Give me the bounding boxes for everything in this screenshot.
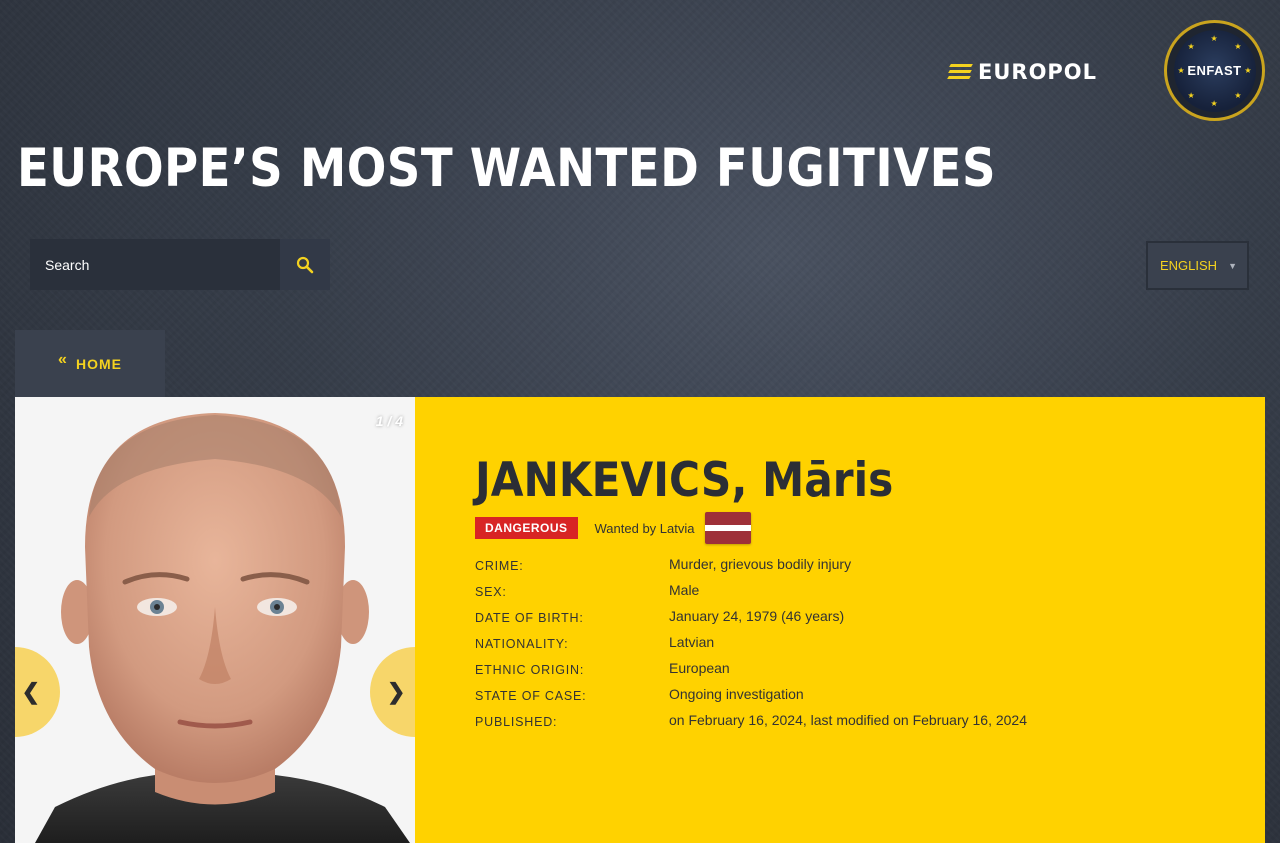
page-title: EUROPE’S MOST WANTED FUGITIVES	[17, 138, 996, 199]
details-list: CRIME: Murder, grievous bodily injury SE…	[475, 553, 1265, 735]
detail-row-published: PUBLISHED: on February 16, 2024, last mo…	[475, 709, 1265, 735]
detail-value: Male	[669, 582, 700, 598]
chevron-right-icon: ❯	[387, 679, 406, 704]
detail-label: ETHNIC ORIGIN:	[475, 663, 585, 677]
search-input[interactable]	[30, 239, 280, 290]
gallery-counter: 1 / 4	[375, 413, 403, 429]
europol-wordmark: EUROPOL	[978, 60, 1098, 84]
search-bar	[30, 239, 330, 290]
search-icon	[296, 256, 314, 273]
fugitive-card: 1 / 4 ❮ ❯ JANKEVICS, Māris DANGEROUS Wan…	[15, 397, 1265, 843]
latvia-flag-icon	[705, 512, 752, 544]
detail-row-ethnic-origin: ETHNIC ORIGIN: European	[475, 657, 1265, 683]
status-row: DANGEROUS Wanted by Latvia	[475, 512, 1265, 544]
fugitive-name: JANKEVICS, Māris	[475, 453, 894, 508]
detail-row-nationality: NATIONALITY: Latvian	[475, 631, 1265, 657]
wanted-by-label: Wanted by Latvia	[594, 520, 695, 536]
enfast-logo[interactable]: ★ ★ ★ ★ ★ ★ ★ ★ ENFAST	[1164, 20, 1265, 121]
detail-value: on February 16, 2024, last modified on F…	[669, 712, 1027, 728]
detail-label: STATE OF CASE:	[475, 689, 587, 703]
fugitive-photo: 1 / 4 ❮ ❯	[15, 397, 415, 843]
detail-label: DATE OF BIRTH:	[475, 611, 584, 625]
home-link[interactable]: « HOME	[15, 330, 165, 397]
europol-stripes-icon	[947, 63, 973, 81]
dangerous-badge: DANGEROUS	[475, 517, 578, 539]
detail-label: PUBLISHED:	[475, 715, 558, 729]
enfast-emblem-icon: ★ ★ ★ ★ ★ ★ ★ ★ ENFAST	[1173, 29, 1256, 112]
detail-value: Ongoing investigation	[669, 686, 804, 702]
detail-value: Murder, grievous bodily injury	[669, 556, 852, 572]
europol-logo[interactable]: EUROPOL	[947, 60, 1124, 84]
detail-row-sex: SEX: Male	[475, 579, 1265, 605]
chevron-left-icon: ❮	[21, 679, 40, 704]
detail-value: January 24, 1979 (46 years)	[669, 608, 845, 624]
detail-row-state-of-case: STATE OF CASE: Ongoing investigation	[475, 683, 1265, 709]
search-button[interactable]	[280, 239, 330, 290]
detail-row-crime: CRIME: Murder, grievous bodily injury	[475, 553, 1265, 579]
double-chevron-left-icon: «	[58, 350, 68, 368]
home-label: HOME	[75, 355, 122, 372]
detail-label: SEX:	[475, 585, 507, 599]
detail-label: CRIME:	[475, 559, 524, 573]
enfast-label: ENFAST	[1187, 63, 1242, 78]
detail-value: European	[669, 660, 730, 676]
detail-row-date-of-birth: DATE OF BIRTH: January 24, 1979 (46 year…	[475, 605, 1265, 631]
detail-label: NATIONALITY:	[475, 637, 569, 651]
fugitive-portrait-image	[15, 397, 415, 843]
fugitive-info-panel: JANKEVICS, Māris DANGEROUS Wanted by Lat…	[415, 397, 1265, 843]
detail-value: Latvian	[669, 634, 715, 650]
language-select[interactable]: ENGLISH ▼	[1146, 241, 1249, 290]
chevron-down-icon: ▼	[1228, 261, 1237, 271]
language-selected: ENGLISH	[1160, 258, 1218, 273]
